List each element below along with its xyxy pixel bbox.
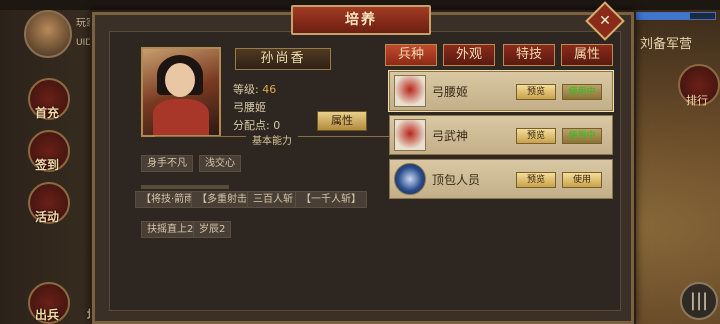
tab-appearance[interactable]: 外观	[443, 44, 495, 66]
trait-tag[interactable]: 身手不凡	[141, 155, 193, 172]
unit-name: 弓腰姬	[432, 85, 469, 99]
extra-tag[interactable]: 扶摇直上2	[141, 221, 200, 238]
portrait-face	[165, 63, 195, 97]
level-value: 46	[262, 83, 277, 96]
level-row: 等级: 46	[233, 81, 276, 97]
basic-ability-header: 基本能力	[155, 136, 389, 149]
points-row: 分配点: 0	[233, 117, 280, 133]
deploy-label: 出兵	[34, 308, 59, 322]
unit-row[interactable]: 弓武神 预览 使用中	[389, 115, 613, 155]
portrait-body	[153, 99, 209, 135]
points-label: 分配点:	[233, 119, 270, 132]
blue-orb-icon	[394, 163, 426, 195]
xp-bar	[632, 12, 716, 20]
tab-attributes[interactable]: 属性	[561, 44, 613, 66]
archer-maiden-icon	[394, 75, 426, 107]
level-label: 等级:	[233, 83, 259, 96]
camp-title: 刘备军营	[640, 37, 693, 52]
preview-button[interactable]: 预览	[516, 128, 556, 144]
unit-row[interactable]: 顶包人员 预览 使用	[389, 159, 613, 199]
archer-god-icon	[394, 119, 426, 151]
skill-tag[interactable]: 【一千人斩】	[295, 191, 367, 208]
trait-tag[interactable]: 浅交心	[199, 155, 241, 172]
ranking-label: 排行	[686, 94, 708, 107]
attribute-button[interactable]: 属性	[317, 111, 367, 131]
ability-divider	[141, 185, 229, 189]
basic-ability-label: 基本能力	[246, 136, 298, 147]
uid-label: UID	[76, 38, 93, 48]
unit-name: 弓武神	[432, 129, 469, 143]
player-avatar[interactable]	[24, 10, 72, 58]
tab-special-skill[interactable]: 特技	[503, 44, 555, 66]
train-dialog: 培养 ✕ 孙尚香 等级: 46 弓腰姬 分配点: 0 属性 基本能力 身手不凡 …	[92, 1, 634, 324]
points-value: 0	[273, 119, 281, 132]
dialog-title: 培养	[291, 5, 431, 35]
unit-row[interactable]: 弓腰姬 预览 使用中	[389, 71, 613, 111]
use-button[interactable]: 使用	[562, 172, 602, 188]
unit-name: 顶包人员	[432, 173, 481, 187]
tab-unit-type[interactable]: 兵种	[385, 44, 437, 66]
preview-button[interactable]: 预览	[516, 172, 556, 188]
use-button[interactable]: 使用中	[562, 128, 602, 144]
use-button[interactable]: 使用中	[562, 84, 602, 100]
extra-tag[interactable]: 岁辰2	[193, 221, 232, 238]
event-label: 活动	[34, 210, 59, 224]
general-name: 孙尚香	[235, 48, 331, 70]
first-charge-label: 首充	[34, 106, 59, 120]
sign-in-label: 签到	[34, 158, 59, 172]
unit-type: 弓腰姬	[233, 101, 266, 114]
general-portrait	[141, 47, 221, 137]
preview-button[interactable]: 预览	[516, 84, 556, 100]
xp-bar-fill	[633, 13, 691, 19]
close-icon[interactable]: ✕	[593, 9, 617, 33]
menu-button[interactable]: |||	[680, 282, 718, 320]
skill-tag[interactable]: 三百人斩	[247, 191, 299, 208]
